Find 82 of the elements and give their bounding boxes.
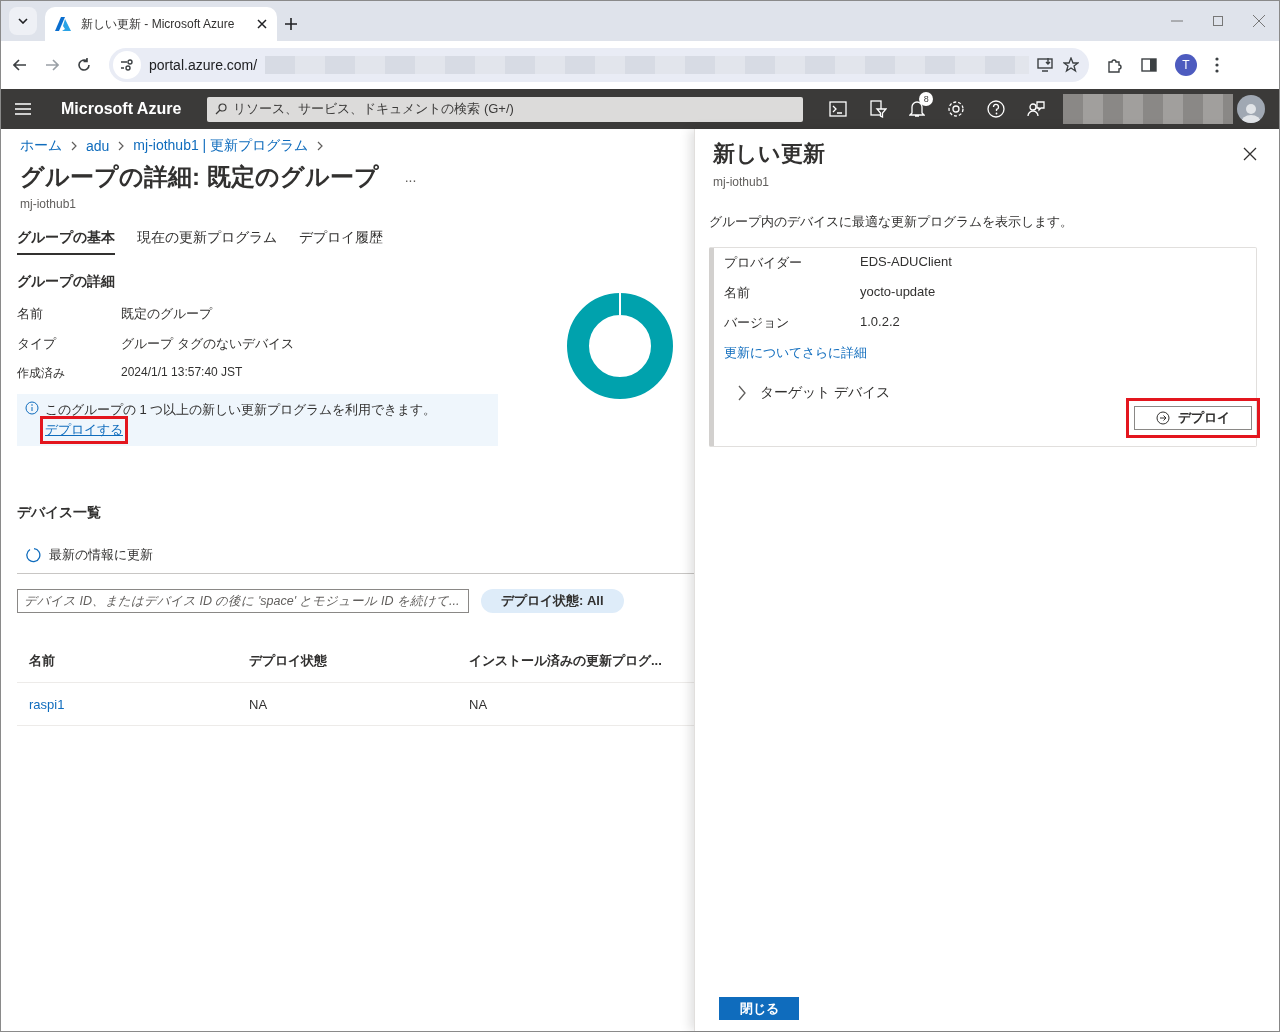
search-field[interactable]: デバイス ID、またはデバイス ID の後に 'space' とモジュール ID を続けて...	[17, 589, 469, 613]
panel-title: 新しい更新	[713, 140, 825, 168]
table-cell-text: NA	[469, 696, 489, 712]
search-field[interactable]: リソース、サービス、ドキュメントの検索 (G+/)	[207, 96, 804, 122]
field-value: 1.0.2.2	[860, 314, 901, 331]
section-heading: デバイス一覧	[17, 504, 102, 522]
browser-tab[interactable]: 新しい更新 - Microsoft Azure	[45, 7, 277, 41]
new-tab-icon[interactable]	[285, 18, 297, 30]
search-icon	[215, 103, 228, 115]
directory-filter-icon[interactable]	[869, 100, 888, 118]
brand-name: Microsoft Azure	[61, 100, 182, 118]
panel-description: グループ内のデバイスに最適な更新プログラムを表示します。	[709, 213, 1074, 231]
chevron-down-icon	[18, 18, 28, 24]
field-label: 作成済み	[17, 365, 66, 382]
chevron-right-icon	[316, 141, 325, 151]
expander[interactable]: ターゲット デバイス	[736, 384, 1252, 402]
notification-count: 8	[919, 92, 934, 106]
column-header: 名前	[29, 651, 56, 670]
tab-title: 新しい更新 - Microsoft Azure	[81, 15, 236, 33]
chevron-right-icon	[736, 385, 748, 401]
close-icon[interactable]	[1243, 147, 1257, 161]
more-options[interactable]: ...	[404, 169, 417, 185]
profile-avatar[interactable]: T	[1175, 54, 1197, 76]
field-label: バージョン	[724, 314, 790, 332]
user-avatar[interactable]	[1237, 95, 1265, 123]
column-header: デプロイ状態	[249, 651, 328, 670]
refresh-button[interactable]: 最新の情報に更新	[25, 546, 694, 564]
field-label: タイプ	[17, 335, 58, 353]
info-icon	[25, 401, 39, 415]
maximize-icon[interactable]	[1213, 16, 1223, 26]
field-value: EDS-ADUClient	[860, 254, 953, 271]
field-label: 名前	[17, 305, 44, 323]
deploy-button[interactable]: デプロイ	[1134, 406, 1252, 430]
field-label: 名前	[724, 284, 751, 302]
extensions-icon[interactable]	[1107, 57, 1123, 73]
url-text: portal.azure.com/	[149, 57, 258, 73]
section-heading: グループの詳細	[17, 273, 116, 291]
address-bar[interactable]: portal.azure.com/	[109, 48, 1089, 82]
close-button[interactable]: 閉じる	[719, 997, 799, 1020]
tab-list-button[interactable]	[9, 7, 37, 35]
breadcrumb-link[interactable]: adu	[86, 138, 110, 154]
field-value: 2024/1/1 13:57:40 JST	[121, 365, 244, 381]
feedback-icon[interactable]	[1027, 100, 1046, 118]
field-value: グループ タグのないデバイス	[121, 335, 295, 353]
site-settings-icon[interactable]	[113, 51, 141, 79]
bookmark-star-icon[interactable]	[1063, 57, 1079, 73]
field-label: プロバイダー	[724, 254, 803, 272]
install-app-icon[interactable]	[1037, 57, 1055, 73]
table-cell-text: NA	[249, 696, 269, 712]
azure-logo-icon	[55, 17, 71, 31]
breadcrumb-link[interactable]: mj-iothub1 | 更新プログラム	[133, 137, 309, 155]
filter-pill[interactable]: デプロイ状態: All	[481, 589, 624, 613]
tab[interactable]: デプロイ履歴	[299, 229, 383, 255]
field-value: 既定のグループ	[121, 305, 214, 323]
page-subtitle: mj-iothub1	[20, 197, 78, 211]
terminal-icon[interactable]	[829, 101, 848, 117]
arrow-right-circle-icon	[1156, 411, 1170, 425]
refresh-icon	[25, 547, 41, 563]
info-text: このグループの 1 つ以上の新しい更新プログラムを利用できます。	[45, 401, 437, 419]
panel-subtitle: mj-iothub1	[713, 175, 771, 189]
menu-icon[interactable]	[15, 103, 31, 115]
field-value: yocto-update	[860, 284, 937, 301]
tab[interactable]: グループの基本	[17, 229, 115, 255]
chevron-right-icon	[117, 141, 126, 151]
menu-icon[interactable]	[1215, 57, 1219, 73]
column-header: インストール済みの更新プログ...	[469, 651, 663, 670]
search-placeholder: リソース、サービス、ドキュメントの検索 (G+/)	[233, 100, 514, 118]
help-icon[interactable]	[987, 100, 1006, 118]
tab[interactable]: 現在の更新プログラム	[137, 229, 277, 255]
close-icon[interactable]	[257, 19, 267, 29]
breadcrumb-link[interactable]: ホーム	[20, 137, 62, 155]
back-icon[interactable]	[13, 59, 27, 71]
device-link[interactable]: raspi1	[29, 696, 65, 712]
details-link[interactable]: 更新についてさらに詳細	[724, 345, 867, 360]
forward-icon[interactable]	[45, 59, 59, 71]
side-panel-icon[interactable]	[1141, 58, 1157, 72]
page-title: グループの詳細: 既定のグループ	[20, 162, 379, 192]
notifications-icon[interactable]	[909, 100, 926, 118]
reload-icon[interactable]	[77, 58, 91, 72]
settings-icon[interactable]	[947, 100, 966, 118]
chevron-right-icon	[70, 141, 78, 151]
deploy-link[interactable]: デプロイする	[45, 421, 123, 439]
